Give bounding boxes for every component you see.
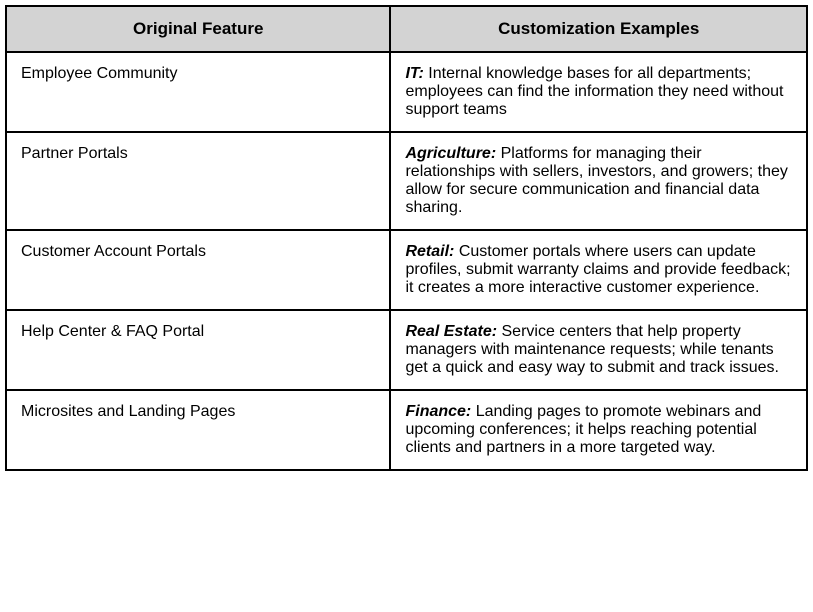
industry-label: Retail: bbox=[405, 243, 454, 260]
example-cell: Finance: Landing pages to promote webina… bbox=[390, 390, 807, 470]
industry-label: Real Estate: bbox=[405, 323, 497, 340]
example-cell: Retail: Customer portals where users can… bbox=[390, 230, 807, 310]
example-description: Customer portals where users can update … bbox=[405, 243, 790, 296]
industry-label: Finance: bbox=[405, 403, 471, 420]
industry-label: Agriculture: bbox=[405, 145, 496, 162]
table-row: Help Center & FAQ Portal Real Estate: Se… bbox=[6, 310, 807, 390]
header-customization-examples: Customization Examples bbox=[390, 6, 807, 52]
table-row: Customer Account Portals Retail: Custome… bbox=[6, 230, 807, 310]
feature-cell: Help Center & FAQ Portal bbox=[6, 310, 390, 390]
table-row: Partner Portals Agriculture: Platforms f… bbox=[6, 132, 807, 230]
table-header-row: Original Feature Customization Examples bbox=[6, 6, 807, 52]
example-cell: Agriculture: Platforms for managing thei… bbox=[390, 132, 807, 230]
table-row: Microsites and Landing Pages Finance: La… bbox=[6, 390, 807, 470]
feature-cell: Employee Community bbox=[6, 52, 390, 132]
table-container: Original Feature Customization Examples … bbox=[0, 0, 813, 476]
table-row: Employee Community IT: Internal knowledg… bbox=[6, 52, 807, 132]
feature-cell: Partner Portals bbox=[6, 132, 390, 230]
example-cell: Real Estate: Service centers that help p… bbox=[390, 310, 807, 390]
industry-label: IT: bbox=[405, 65, 423, 82]
example-cell: IT: Internal knowledge bases for all dep… bbox=[390, 52, 807, 132]
feature-cell: Microsites and Landing Pages bbox=[6, 390, 390, 470]
header-original-feature: Original Feature bbox=[6, 6, 390, 52]
example-description: Internal knowledge bases for all departm… bbox=[405, 65, 783, 118]
feature-table: Original Feature Customization Examples … bbox=[5, 5, 808, 471]
feature-cell: Customer Account Portals bbox=[6, 230, 390, 310]
